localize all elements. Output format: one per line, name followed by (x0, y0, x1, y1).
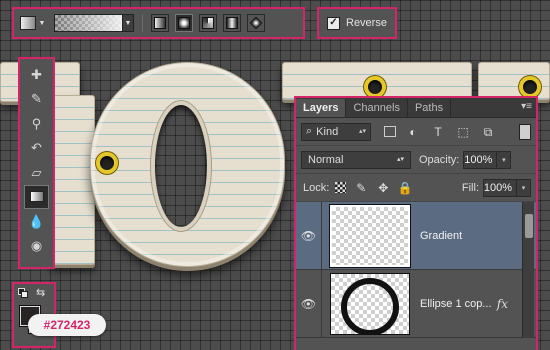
radial-gradient-icon[interactable] (175, 14, 193, 32)
eye-icon: 👁 (300, 228, 317, 243)
panel-menu-icon[interactable]: ▾≡ (521, 101, 532, 112)
reverse-option: ✓ Reverse (317, 7, 397, 39)
spot-healing-brush-icon[interactable]: ✚ (24, 62, 49, 87)
filter-toggle-switch[interactable] (519, 123, 531, 140)
reflected-gradient-icon[interactable] (223, 14, 241, 32)
ellipse-thumbnail-shape (341, 277, 399, 334)
gradient-tool-preset-icon[interactable] (20, 16, 36, 30)
angle-gradient-icon[interactable] (199, 14, 217, 32)
lock-image-pixels-icon[interactable]: ✎ (354, 181, 368, 195)
swap-colors-icon[interactable]: ⇆ (36, 286, 45, 299)
eyelet-icon (519, 76, 541, 98)
brush-icon[interactable]: ✎ (24, 87, 49, 112)
fill-input[interactable]: 100% (483, 178, 517, 197)
layer-name[interactable]: Ellipse 1 cop... (420, 298, 492, 310)
gradient-picker[interactable]: ▼ (54, 14, 134, 32)
lock-transparent-pixels-icon[interactable] (335, 182, 347, 193)
divider (142, 14, 143, 32)
type-layer-filter-icon[interactable]: T (430, 124, 446, 140)
tools-panel: ✚ ✎ ⚲ ↶ ▱ 💧 ◉ (18, 57, 55, 269)
eye-icon: 👁 (300, 296, 317, 311)
hex-color-callout: #272423 (28, 314, 106, 336)
layer-effects-icon[interactable]: fx (497, 297, 508, 311)
tab-paths[interactable]: Paths (408, 99, 452, 117)
eraser-icon[interactable]: ▱ (24, 160, 49, 185)
layer-thumbnail[interactable] (330, 272, 410, 335)
history-brush-icon[interactable]: ↶ (24, 136, 49, 161)
layer-thumbnail[interactable] (329, 203, 411, 268)
smart-object-filter-icon[interactable]: ⧉ (480, 124, 496, 140)
diamond-gradient-icon[interactable] (247, 14, 265, 32)
gradient-tool-icon[interactable] (24, 184, 49, 209)
fill-control: Fill: 100% ▾ (454, 178, 531, 197)
fill-label: Fill: (461, 181, 479, 194)
opacity-label: Opacity: (419, 153, 460, 166)
tab-layers[interactable]: Layers (296, 99, 347, 117)
chevron-down-icon[interactable]: ▾ (517, 178, 531, 197)
chevron-down-icon[interactable]: ▾ (497, 150, 512, 169)
blend-mode-select[interactable]: Normal ▴▾ (301, 150, 411, 169)
layer-visibility-toggle[interactable]: 👁 (296, 202, 322, 269)
layer-row-gradient[interactable]: 👁 Gradient (296, 202, 536, 270)
paper-letter-strip (478, 62, 550, 100)
layer-row-ellipse[interactable]: 👁 Ellipse 1 cop... fx (296, 270, 536, 338)
paper-letter-o (90, 62, 285, 267)
layer-list: 👁 Gradient 👁 Ellipse 1 cop... fx (296, 202, 536, 338)
letter-o-counter (155, 105, 207, 227)
lock-row: Lock: ✎ ✥ 🔒 Fill: 100% ▾ (296, 174, 536, 202)
reverse-checkbox[interactable]: ✓ (327, 16, 340, 30)
filter-kind-select[interactable]: ⌕ Kind ▴▾ (301, 122, 371, 141)
eyelet-icon (364, 76, 386, 98)
blur-icon[interactable]: 💧 (24, 209, 49, 234)
paper-letter-stem (50, 95, 95, 265)
reverse-label: Reverse (346, 17, 387, 29)
layer-visibility-toggle[interactable]: 👁 (296, 270, 322, 337)
pixel-layer-filter-icon[interactable] (384, 126, 396, 137)
opacity-input[interactable]: 100% (463, 150, 498, 169)
default-colors-icon[interactable] (18, 288, 29, 299)
filter-kind-value: Kind (316, 125, 339, 138)
adjustment-layer-filter-icon[interactable]: ◐ (405, 124, 421, 140)
clone-stamp-icon[interactable]: ⚲ (24, 111, 49, 136)
eyelet-icon (96, 152, 118, 174)
lock-position-icon[interactable]: ✥ (376, 181, 390, 195)
paper-letter-strip (282, 62, 472, 100)
gradient-options-bar: ▼ ▼ (12, 7, 305, 39)
lock-all-icon[interactable]: 🔒 (398, 181, 413, 195)
filter-row: ⌕ Kind ▴▾ ◐ T ⬚ ⧉ (296, 118, 536, 146)
panel-tab-bar: Layers Channels Paths ▾≡ (296, 98, 536, 118)
chevron-down-icon[interactable]: ▼ (36, 16, 48, 30)
layer-name[interactable]: Gradient (420, 230, 462, 242)
dodge-icon[interactable]: ◉ (24, 234, 49, 259)
blend-mode-value: Normal (308, 153, 344, 166)
search-icon: ⌕ (306, 125, 313, 137)
stepper-icon: ▴▾ (358, 128, 366, 135)
blend-row: Normal ▴▾ Opacity: 100% ▾ (296, 146, 536, 174)
scrollbar-thumb[interactable] (525, 214, 533, 238)
shape-layer-filter-icon[interactable]: ⬚ (455, 124, 471, 140)
stepper-icon: ▴▾ (396, 156, 404, 163)
lock-label: Lock: (303, 181, 330, 194)
tab-channels[interactable]: Channels (346, 99, 408, 117)
chevron-down-icon[interactable]: ▼ (122, 14, 134, 32)
linear-gradient-icon[interactable] (151, 14, 169, 32)
layers-panel: Layers Channels Paths ▾≡ ⌕ Kind ▴▾ ◐ T ⬚… (294, 96, 538, 350)
layers-scrollbar[interactable] (522, 202, 534, 338)
